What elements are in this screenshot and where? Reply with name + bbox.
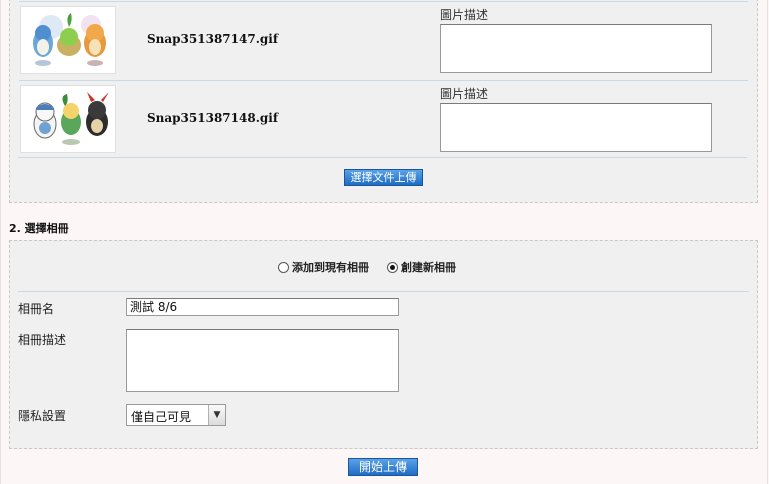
album-name-input[interactable]: 測試 8/6 xyxy=(126,298,399,316)
image-desc-label: 圖片描述 xyxy=(440,87,489,101)
row-divider xyxy=(19,1,748,2)
file-row: Snap351387148.gif 圖片描述 xyxy=(19,80,748,158)
album-settings-panel: 添加到現有相冊 創建新相冊 相冊名 測試 8/6 相冊描述 隱私設置 僅自己可見 … xyxy=(9,240,758,449)
radio-existing-album[interactable] xyxy=(278,261,289,273)
album-desc-label: 相冊描述 xyxy=(18,333,67,347)
page-border-right xyxy=(767,0,768,484)
radio-new-album-label[interactable]: 創建新相冊 xyxy=(401,261,456,274)
thumbnail-image xyxy=(20,6,116,74)
radio-new-album[interactable] xyxy=(387,261,398,273)
album-divider xyxy=(18,291,749,292)
chevron-down-icon[interactable]: ▼ xyxy=(208,405,225,425)
image-desc-label: 圖片描述 xyxy=(440,8,489,22)
album-desc-textarea[interactable] xyxy=(126,329,399,392)
files-bottom-divider xyxy=(18,157,747,158)
file-row: Snap351387147.gif 圖片描述 xyxy=(19,1,748,79)
album-name-label: 相冊名 xyxy=(18,302,55,316)
start-upload-button[interactable]: 開始上傳 xyxy=(348,458,418,476)
privacy-select[interactable]: 僅自己可見 ▼ xyxy=(126,404,226,426)
file-name: Snap351387148.gif xyxy=(147,111,278,125)
row-divider xyxy=(19,80,748,81)
pokemon-thumbnail-icon xyxy=(33,13,106,66)
image-desc-textarea[interactable] xyxy=(440,24,712,73)
select-files-upload-button[interactable]: 選擇文件上傳 xyxy=(344,169,423,186)
privacy-label: 隱私設置 xyxy=(18,409,67,423)
pokemon-thumbnail-icon xyxy=(33,92,109,145)
thumbnail-image xyxy=(20,85,116,153)
section-title-choose-album: 2. 選擇相冊 xyxy=(9,222,69,235)
file-name: Snap351387147.gif xyxy=(147,32,278,46)
image-desc-textarea[interactable] xyxy=(440,103,712,152)
page-border-left xyxy=(0,0,1,484)
album-radio-group: 添加到現有相冊 創建新相冊 xyxy=(278,259,474,275)
radio-existing-album-label[interactable]: 添加到現有相冊 xyxy=(292,261,369,274)
privacy-select-value: 僅自己可見 xyxy=(131,410,192,424)
